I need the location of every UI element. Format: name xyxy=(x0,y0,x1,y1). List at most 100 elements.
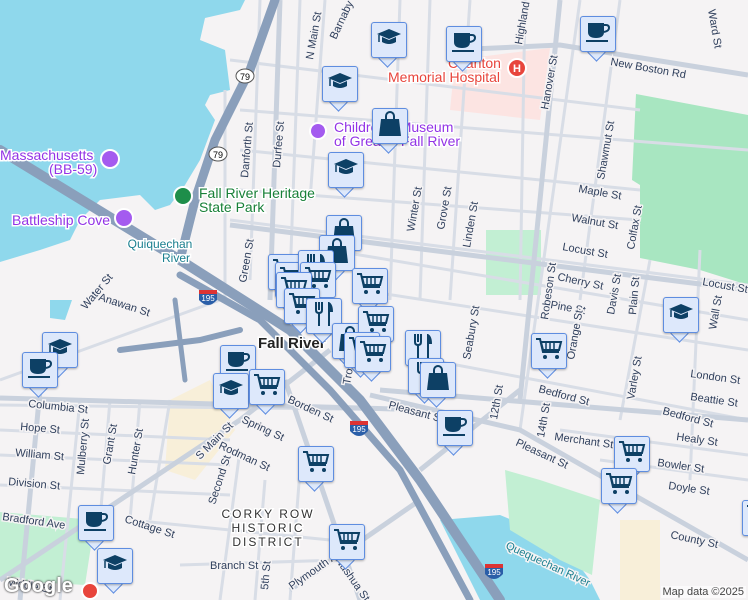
school-icon xyxy=(376,27,402,54)
school-marker[interactable] xyxy=(213,373,249,419)
marker-box xyxy=(97,548,133,584)
cart-icon xyxy=(253,373,281,402)
shopping-bag-marker[interactable] xyxy=(420,362,456,408)
cart-marker[interactable] xyxy=(601,468,637,514)
coffee-icon xyxy=(585,21,611,48)
school-marker[interactable] xyxy=(322,66,358,112)
svg-text:Anawan St: Anawan St xyxy=(97,291,151,319)
svg-text:Barnaby St: Barnaby St xyxy=(328,0,362,41)
svg-text:London St: London St xyxy=(690,368,741,387)
water-label: River xyxy=(162,251,190,265)
marker-box xyxy=(446,26,482,62)
svg-text:Varley St: Varley St xyxy=(625,355,644,400)
marker-box xyxy=(355,336,391,372)
cart-icon xyxy=(359,340,387,369)
svg-text:5th St: 5th St xyxy=(259,561,273,591)
coffee-icon xyxy=(451,31,477,58)
svg-text:Second St: Second St xyxy=(206,454,233,506)
marker-box xyxy=(663,297,699,333)
svg-text:14th St: 14th St xyxy=(535,402,553,438)
route-79-shield: 79 xyxy=(235,68,255,84)
cart-icon xyxy=(302,450,330,479)
park-east xyxy=(632,94,748,285)
svg-text:79: 79 xyxy=(213,150,223,160)
svg-text:Grove St: Grove St xyxy=(435,186,454,231)
interstate-195-shield: 195 xyxy=(485,564,503,579)
school-marker[interactable] xyxy=(328,152,364,198)
svg-text:State Park: State Park xyxy=(199,199,265,215)
cart-marker[interactable] xyxy=(249,369,285,415)
svg-text:County St: County St xyxy=(669,529,719,551)
svg-text:Seabury St: Seabury St xyxy=(461,305,482,361)
marker-box xyxy=(328,152,364,188)
map-attribution[interactable]: Map data ©2025 xyxy=(660,586,746,598)
cart-icon xyxy=(333,528,361,557)
cart-marker[interactable] xyxy=(329,524,365,570)
svg-text:195: 195 xyxy=(487,568,501,577)
museum-icon xyxy=(114,208,134,228)
svg-text:79: 79 xyxy=(240,72,250,82)
cart-marker[interactable] xyxy=(355,336,391,382)
cart-icon xyxy=(356,272,384,301)
marker-box xyxy=(531,333,567,369)
svg-text:Hope St: Hope St xyxy=(20,421,61,436)
marker-box xyxy=(437,410,473,446)
school-marker[interactable] xyxy=(371,22,407,68)
marker-box xyxy=(614,436,650,472)
google-logo: Google xyxy=(4,575,73,597)
coffee-icon xyxy=(83,510,109,537)
coffee-marker[interactable] xyxy=(22,352,58,398)
svg-text:Walnut St: Walnut St xyxy=(570,212,619,232)
interstate-195-shield: 195 xyxy=(199,290,217,305)
museum-icon xyxy=(100,149,120,169)
school-icon xyxy=(668,302,694,329)
svg-text:Wall St: Wall St xyxy=(707,295,725,331)
school-icon xyxy=(327,71,353,98)
coffee-icon xyxy=(27,357,53,384)
marker-box xyxy=(742,500,748,536)
district-label: CORKY ROW HISTORIC DISTRICT xyxy=(220,506,314,551)
marker-box xyxy=(580,16,616,52)
coffee-marker[interactable] xyxy=(446,26,482,72)
cart-icon xyxy=(535,337,563,366)
school-icon xyxy=(218,378,244,405)
svg-text:Maple St: Maple St xyxy=(577,183,622,202)
svg-text:Branch St: Branch St xyxy=(210,560,258,572)
cart-icon xyxy=(618,440,646,469)
svg-text:Highland Ave: Highland Ave xyxy=(513,0,536,46)
coffee-marker[interactable] xyxy=(437,410,473,456)
marker-box xyxy=(22,352,58,388)
marker-box xyxy=(322,66,358,102)
svg-text:Orange St: Orange St xyxy=(565,309,586,360)
interstate-195-shield: 195 xyxy=(350,421,368,436)
svg-text:Memorial Hospital: Memorial Hospital xyxy=(388,69,500,85)
school-icon xyxy=(102,553,128,580)
shopping-bag-icon xyxy=(426,364,450,396)
svg-text:Doyle St: Doyle St xyxy=(668,480,711,498)
marker-box xyxy=(601,468,637,504)
svg-text:Beattie St: Beattie St xyxy=(690,391,739,410)
coffee-marker[interactable] xyxy=(580,16,616,62)
school-marker[interactable] xyxy=(97,548,133,594)
cart-marker[interactable] xyxy=(298,446,334,492)
marker-box xyxy=(372,108,408,144)
school-marker[interactable] xyxy=(663,297,699,343)
marker-box xyxy=(371,22,407,58)
svg-text:Green St: Green St xyxy=(237,238,256,283)
marker-box xyxy=(329,524,365,560)
marker-box xyxy=(298,446,334,482)
svg-text:Bowler St: Bowler St xyxy=(657,457,705,475)
marker-box xyxy=(213,373,249,409)
svg-text:HISTORIC: HISTORIC xyxy=(231,521,304,535)
marker-box xyxy=(249,369,285,405)
route-79-shield: 79 xyxy=(208,146,228,162)
water-label: Quiquechan xyxy=(128,237,193,251)
coffee-marker[interactable] xyxy=(78,505,114,551)
svg-text:195: 195 xyxy=(201,294,215,303)
marker-box xyxy=(352,268,388,304)
cart-marker[interactable] xyxy=(531,333,567,379)
cart-icon xyxy=(605,472,633,501)
cart-marker[interactable] xyxy=(742,500,748,544)
hospital-icon xyxy=(81,582,99,600)
shopping-bag-marker[interactable] xyxy=(372,108,408,154)
